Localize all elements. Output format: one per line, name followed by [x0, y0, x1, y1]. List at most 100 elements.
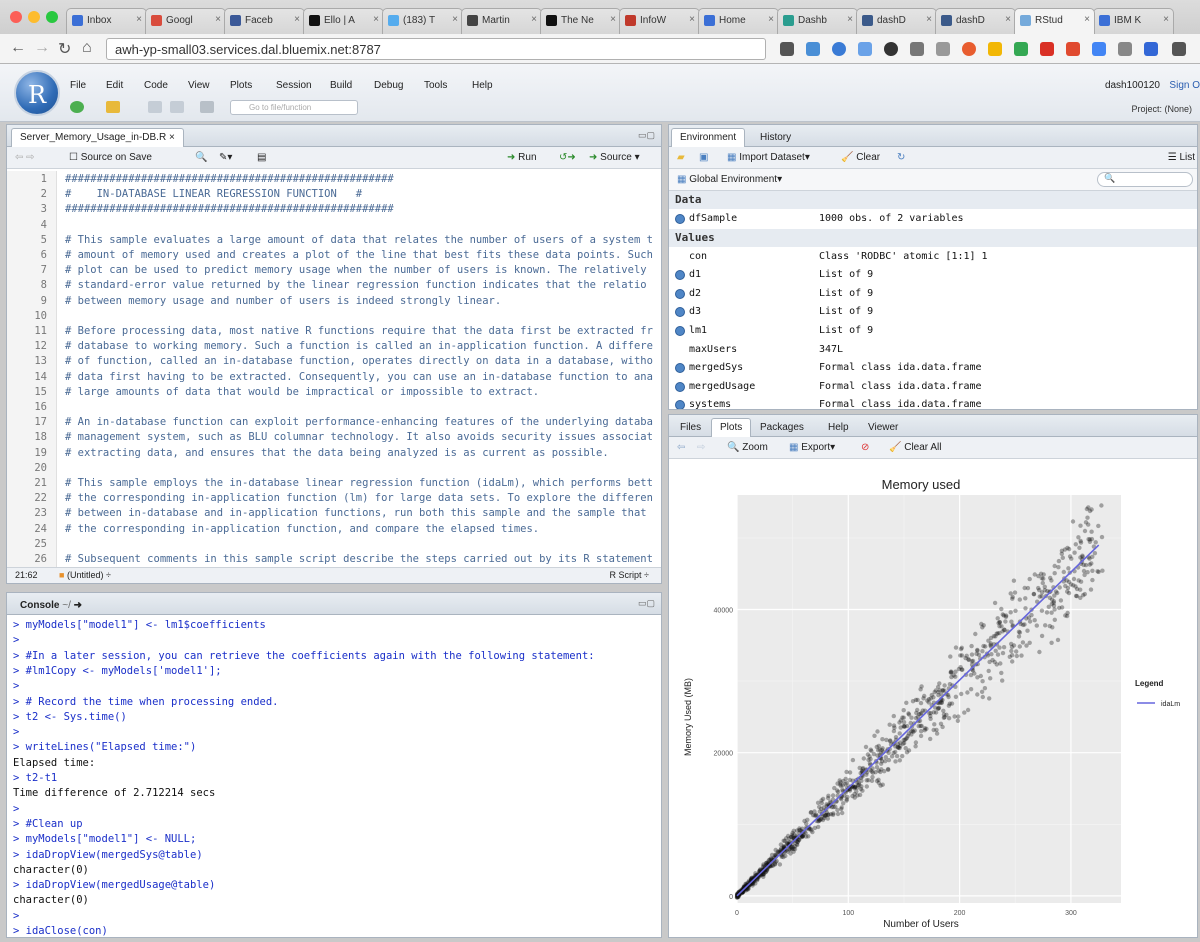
expand-object-icon[interactable]: [675, 288, 685, 299]
compile-icon[interactable]: ▤: [257, 152, 266, 163]
browser-tab[interactable]: Home ×: [698, 8, 779, 34]
extension-icon[interactable]: [910, 42, 924, 56]
expand-object-icon[interactable]: [675, 307, 685, 318]
clear-env-button[interactable]: 🧹 Clear: [841, 152, 880, 163]
env-row[interactable]: systems Formal class ida.data.frame: [669, 396, 1197, 409]
expand-object-icon[interactable]: [675, 381, 685, 392]
extension-icon[interactable]: [1066, 42, 1080, 56]
browser-tab[interactable]: Faceb ×: [224, 8, 305, 34]
source-on-save-checkbox[interactable]: ☐ Source on Save: [69, 152, 152, 163]
expand-object-icon[interactable]: [675, 270, 685, 281]
browser-tab[interactable]: InfoW ×: [619, 8, 700, 34]
pane-minmax-icon[interactable]: ▭▢: [638, 598, 655, 609]
scope-indicator[interactable]: ■ (Untitled) ÷: [59, 570, 111, 580]
close-tab-icon[interactable]: ×: [1163, 14, 1169, 25]
open-file-icon[interactable]: [106, 101, 120, 113]
expand-object-icon[interactable]: [675, 214, 685, 224]
menu-view[interactable]: View: [188, 80, 210, 91]
env-row[interactable]: mergedSys Formal class ida.data.frame: [669, 359, 1197, 377]
drive-icon[interactable]: [1014, 42, 1028, 56]
forward-icon[interactable]: →: [34, 39, 50, 57]
close-window-icon[interactable]: [10, 11, 22, 23]
menu-file[interactable]: File: [70, 80, 86, 91]
browser-tab[interactable]: Ello | A ×: [303, 8, 384, 34]
browser-tab[interactable]: (183) T ×: [382, 8, 463, 34]
home-icon[interactable]: ⌂: [82, 39, 92, 57]
search-icon[interactable]: 🔍: [195, 152, 207, 163]
browser-tab[interactable]: Googl ×: [145, 8, 226, 34]
menu-help[interactable]: Help: [472, 80, 493, 91]
rerun-icon[interactable]: ↺➜: [559, 152, 576, 163]
clear-all-plots-button[interactable]: 🧹 Clear All: [889, 442, 941, 453]
save-icon[interactable]: [148, 101, 162, 113]
back-icon[interactable]: ←: [10, 39, 26, 57]
env-search-input[interactable]: 🔍: [1097, 172, 1193, 187]
browser-tab[interactable]: Martin ×: [461, 8, 542, 34]
extension-icon[interactable]: [832, 42, 846, 56]
menu-icon[interactable]: [1172, 42, 1186, 56]
translate-icon[interactable]: [806, 42, 820, 56]
run-button[interactable]: ➜ Run: [507, 152, 537, 163]
list-view-toggle[interactable]: ☰ List: [1168, 152, 1195, 163]
bookmark-icon[interactable]: [780, 42, 794, 56]
menu-code[interactable]: Code: [144, 80, 168, 91]
menu-build[interactable]: Build: [330, 80, 352, 91]
env-row[interactable]: d1 List of 9: [669, 266, 1197, 284]
file-type-menu[interactable]: R Script ÷: [610, 570, 649, 580]
new-file-icon[interactable]: [70, 101, 84, 113]
browser-tab[interactable]: dashD ×: [856, 8, 937, 34]
tab-viewer[interactable]: Viewer: [859, 418, 907, 437]
save-workspace-icon[interactable]: ▣: [699, 152, 708, 163]
close-tab-icon[interactable]: ×: [294, 14, 300, 25]
extension-icon[interactable]: [1144, 42, 1158, 56]
close-tab-icon[interactable]: ×: [531, 14, 537, 25]
import-dataset-button[interactable]: ▦ Import Dataset▾: [727, 152, 810, 163]
minimize-window-icon[interactable]: [28, 11, 40, 23]
close-tab-icon[interactable]: ×: [926, 14, 932, 25]
editor-file-tab[interactable]: Server_Memory_Usage_in-DB.R ×: [11, 128, 184, 147]
tab-history[interactable]: History: [751, 128, 800, 147]
close-tab-icon[interactable]: ×: [847, 14, 853, 25]
expand-object-icon[interactable]: [675, 400, 685, 409]
pane-minmax-icon[interactable]: ▭▢: [638, 130, 655, 141]
browser-tab[interactable]: Dashb ×: [777, 8, 858, 34]
env-row[interactable]: dfSample 1000 obs. of 2 variables: [669, 210, 1197, 228]
maximize-window-icon[interactable]: [46, 11, 58, 23]
browser-tab[interactable]: dashD ×: [935, 8, 1016, 34]
menu-debug[interactable]: Debug: [374, 80, 403, 91]
expand-object-icon[interactable]: [675, 326, 685, 336]
expand-object-icon[interactable]: [675, 363, 685, 374]
remove-plot-icon[interactable]: ⊘: [861, 442, 869, 453]
tab-environment[interactable]: Environment: [671, 128, 746, 147]
close-tab-icon[interactable]: ×: [373, 14, 379, 25]
menu-plots[interactable]: Plots: [230, 80, 252, 91]
extension-icon[interactable]: [1118, 42, 1132, 56]
project-menu[interactable]: Project: (None): [1131, 104, 1192, 114]
next-plot-icon[interactable]: ⇨: [697, 442, 705, 453]
console-output[interactable]: > myModels["model1"] <- lm1$coefficients…: [7, 617, 661, 937]
env-scope-select[interactable]: ▦ Global Environment▾: [677, 174, 782, 185]
open-folder-icon[interactable]: ▰: [677, 152, 685, 163]
env-row[interactable]: d2 List of 9: [669, 285, 1197, 303]
save-all-icon[interactable]: [170, 101, 184, 113]
goto-file-input[interactable]: Go to file/function: [230, 100, 358, 115]
export-button[interactable]: ▦ Export▾: [789, 442, 835, 453]
tab-files[interactable]: Files: [671, 418, 710, 437]
gear-icon[interactable]: [884, 42, 898, 56]
close-tab-icon[interactable]: ×: [768, 14, 774, 25]
menu-session[interactable]: Session: [276, 80, 312, 91]
env-row[interactable]: mergedUsage Formal class ida.data.frame: [669, 378, 1197, 396]
env-row[interactable]: d3 List of 9: [669, 303, 1197, 321]
close-tab-icon[interactable]: ×: [1005, 14, 1011, 25]
signout-link[interactable]: Sign O: [1169, 80, 1200, 91]
code-tools-icon[interactable]: ✎▾: [219, 152, 232, 163]
browser-tab[interactable]: IBM K ×: [1093, 8, 1174, 34]
close-tab-icon[interactable]: ×: [452, 14, 458, 25]
env-row[interactable]: maxUsers 347L: [669, 341, 1197, 359]
close-tab-icon[interactable]: ×: [136, 14, 142, 25]
tab-packages[interactable]: Packages: [751, 418, 813, 437]
close-tab-icon[interactable]: ×: [689, 14, 695, 25]
close-tab-icon[interactable]: ×: [1084, 14, 1090, 25]
browser-tab[interactable]: The Ne ×: [540, 8, 621, 34]
print-icon[interactable]: [200, 101, 214, 113]
